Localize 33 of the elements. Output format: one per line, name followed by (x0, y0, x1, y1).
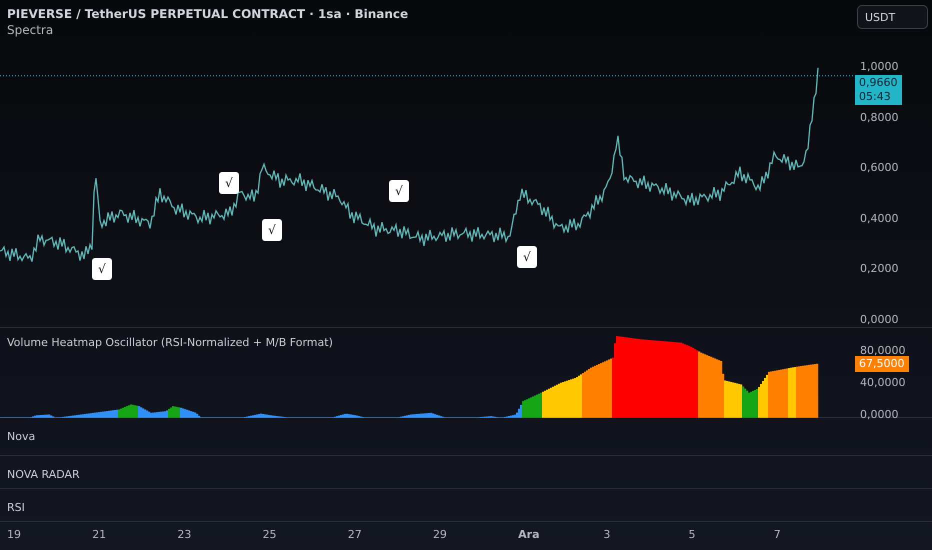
oscillator-axis-label: 0,0000 (860, 408, 900, 422)
price-axis-label: 0,6000 (860, 161, 900, 175)
price-axis-label: 1,0000 (860, 60, 900, 74)
time-axis-label: 21 (92, 528, 108, 543)
oscillator-title: Volume Heatmap Oscillator (RSI-Normalized + M/B Format) (6, 335, 334, 349)
price-axis-label: 0,4000 (860, 212, 900, 226)
price-axis-label: 0,8000 (860, 110, 900, 124)
time-axis-label: 19 (7, 528, 22, 543)
indicator-pane-title: Nova (6, 429, 36, 445)
oscillator-axis-label: 80,0000 (860, 344, 906, 358)
time-axis-label: 7 (774, 528, 782, 543)
indicator-pane-title: NOVA RADAR (6, 467, 81, 483)
check-signal-marker: √ (389, 180, 409, 202)
check-signal-marker: √ (92, 258, 112, 280)
check-signal-marker: √ (262, 219, 282, 241)
check-signal-marker: √ (517, 246, 537, 268)
oscillator-axis-label: 40,0000 (860, 376, 906, 390)
symbol-title: PIEVERSE / TetherUS PERPETUAL CONTRACT · 1sa · Binance (7, 7, 410, 21)
time-axis-label: 25 (262, 528, 278, 543)
currency-button[interactable]: USDT (857, 5, 928, 29)
last-price-badge: 0,9660 05:43 (855, 75, 902, 105)
time-axis-label: 29 (432, 528, 448, 543)
oscillator-value-badge: 67,5000 (855, 356, 908, 372)
check-signal-marker: √ (219, 172, 239, 194)
time-axis-label: 5 (688, 528, 696, 543)
time-axis-label: Ara (518, 528, 540, 543)
price-axis-label: 0,2000 (860, 262, 900, 276)
time-axis-label: 3 (603, 528, 612, 543)
time-axis-label: 23 (177, 528, 192, 543)
indicator-name: Spectra (7, 23, 54, 37)
indicator-pane-title: RSI (6, 500, 26, 516)
price-axis-label: 0,0000 (860, 312, 900, 326)
time-axis-label: 27 (348, 528, 363, 543)
